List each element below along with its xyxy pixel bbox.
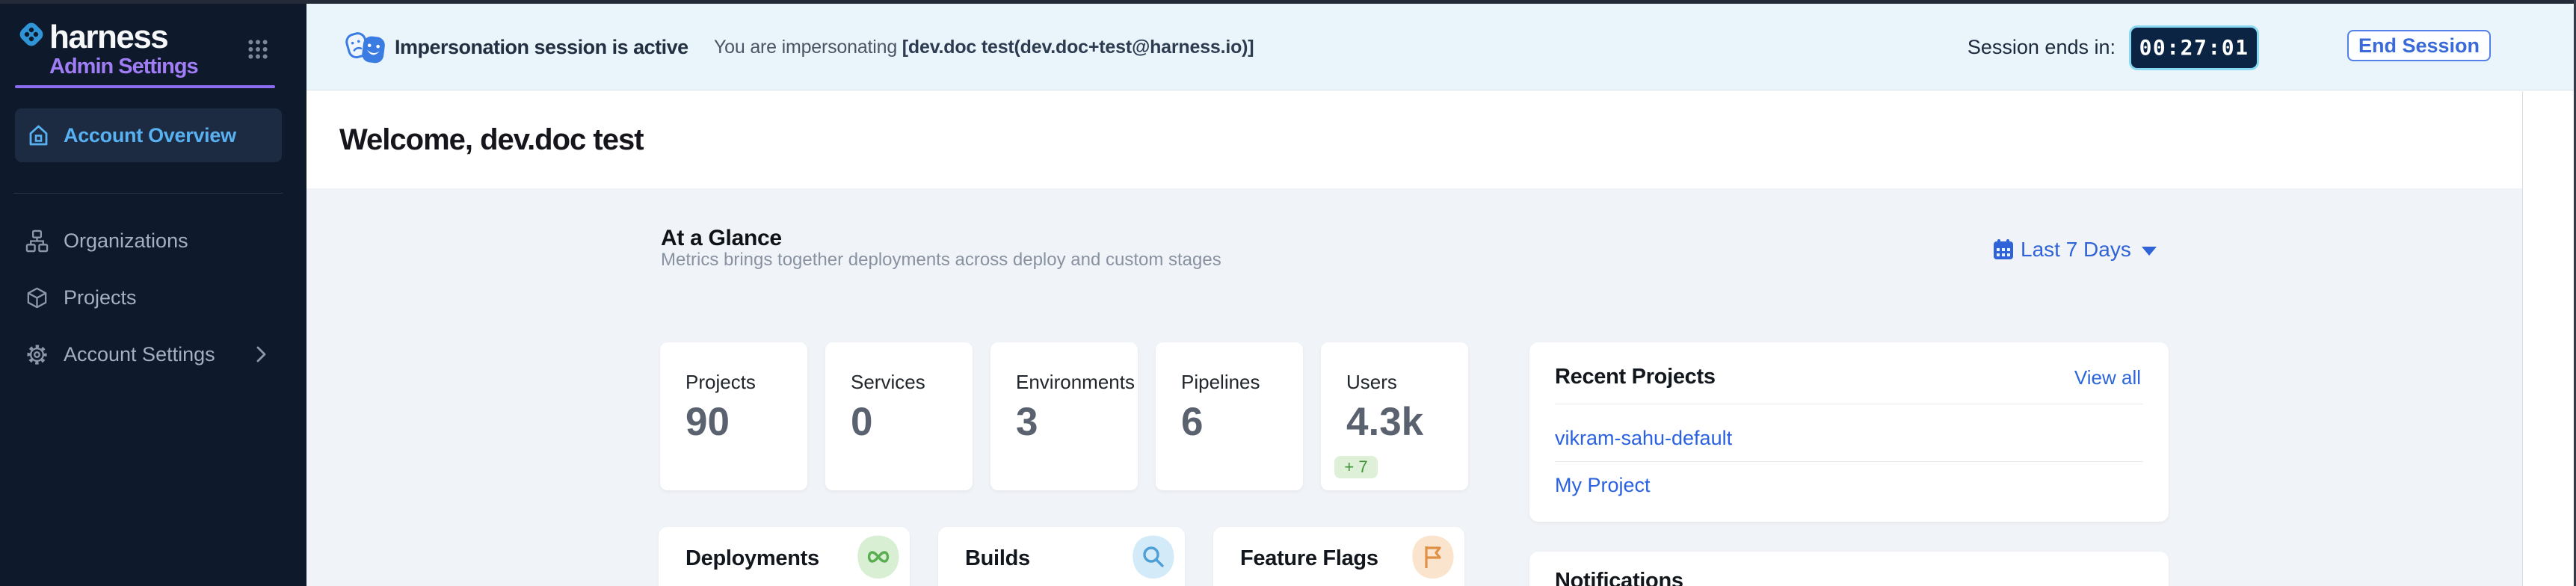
stat-card-projects[interactable]: Projects 90 (660, 342, 807, 490)
stat-label: Users (1346, 371, 1397, 394)
module-grid-icon[interactable] (247, 39, 268, 60)
banner-title: Impersonation session is active (395, 4, 688, 90)
builds-icon (1127, 529, 1180, 585)
stat-label: Pipelines (1181, 371, 1260, 394)
date-range-picker[interactable]: Last 7 Days (1992, 236, 2164, 263)
sidebar-item-label: Projects (64, 280, 137, 315)
sidebar: harness Admin Settings Account Overview (0, 0, 306, 586)
banner-subtitle: You are impersonating [dev.doc test(dev.… (714, 4, 1254, 90)
divider (1555, 461, 2143, 462)
window-top-edge (0, 0, 2576, 4)
project-link[interactable]: vikram-sahu-default (1555, 427, 1732, 450)
stat-card-users[interactable]: Users 4.3k + 7 (1321, 342, 1468, 490)
module-label: Deployments (685, 546, 819, 571)
module-card-feature-flags[interactable]: Feature Flags (1213, 527, 1464, 586)
chevron-down-icon (2142, 247, 2157, 256)
session-timer: 00:27:01 (2129, 25, 2259, 70)
session-ends-label: Session ends in: (1876, 4, 2116, 90)
page-title: Welcome, dev.doc test (339, 91, 644, 188)
welcome-band: Welcome, dev.doc test (306, 91, 2522, 188)
project-link[interactable]: My Project (1555, 474, 1651, 497)
scrollbar-gutter[interactable] (2522, 91, 2576, 586)
recent-projects-title: Recent Projects (1555, 365, 1716, 389)
sidebar-item-label: Account Settings (64, 336, 215, 372)
impersonation-banner: Impersonation session is active You are … (306, 4, 2574, 90)
harness-logo-icon (15, 18, 48, 51)
sidebar-accent-divider (15, 85, 275, 88)
sidebar-item-organizations[interactable]: Organizations (0, 223, 306, 259)
stat-value: 4.3k (1346, 399, 1423, 445)
home-icon (26, 123, 51, 148)
stat-value: 6 (1181, 399, 1203, 445)
projects-cube-icon (25, 286, 49, 309)
banner-impersonated-user: [dev.doc test(dev.doc+test@harness.io)] (902, 37, 1254, 58)
impersonation-masks-icon (345, 30, 389, 66)
module-label: Builds (965, 546, 1030, 571)
deployments-icon (851, 529, 905, 585)
brand-name: harness (49, 19, 167, 56)
module-card-deployments[interactable]: Deployments (659, 527, 910, 586)
module-card-builds[interactable]: Builds (938, 527, 1185, 586)
sidebar-item-account-settings[interactable]: Account Settings (0, 336, 306, 372)
stat-card-environments[interactable]: Environments 3 (990, 342, 1138, 490)
recent-projects-panel: Recent Projects View all vikram-sahu-def… (1529, 342, 2169, 522)
sidebar-divider (13, 193, 283, 194)
feature-flags-icon (1406, 529, 1460, 585)
chevron-right-icon (251, 345, 271, 364)
stat-card-services[interactable]: Services 0 (825, 342, 973, 490)
stat-label: Projects (685, 371, 756, 394)
organizations-icon (25, 229, 49, 253)
glance-subtitle: Metrics brings together deployments acro… (661, 250, 1221, 271)
sidebar-item-projects[interactable]: Projects (0, 280, 306, 315)
notifications-panel: Notifications (1529, 552, 2169, 586)
stat-label: Services (851, 371, 925, 394)
page: harness Admin Settings Account Overview (0, 0, 2576, 586)
view-all-link[interactable]: View all (2074, 366, 2141, 389)
stat-value: 0 (851, 399, 872, 445)
sidebar-item-label: Account Overview (64, 108, 236, 162)
stat-label: Environments (1016, 371, 1135, 394)
module-label: Feature Flags (1240, 546, 1378, 571)
stat-value: 90 (685, 399, 730, 445)
sidebar-subtitle: Admin Settings (49, 55, 198, 79)
stat-delta-badge: + 7 (1334, 456, 1378, 478)
sidebar-item-label: Organizations (64, 223, 188, 259)
calendar-icon (1992, 238, 2015, 261)
sidebar-item-account-overview[interactable]: Account Overview (15, 108, 282, 162)
notifications-title: Notifications (1555, 569, 1683, 586)
stat-card-pipelines[interactable]: Pipelines 6 (1156, 342, 1303, 490)
gear-icon (25, 343, 49, 366)
banner-subtitle-prefix: You are impersonating (714, 37, 902, 58)
end-session-button[interactable]: End Session (2347, 30, 2491, 61)
date-range-label: Last 7 Days (2021, 236, 2131, 263)
glance-title: At a Glance (661, 226, 782, 251)
stat-value: 3 (1016, 399, 1038, 445)
